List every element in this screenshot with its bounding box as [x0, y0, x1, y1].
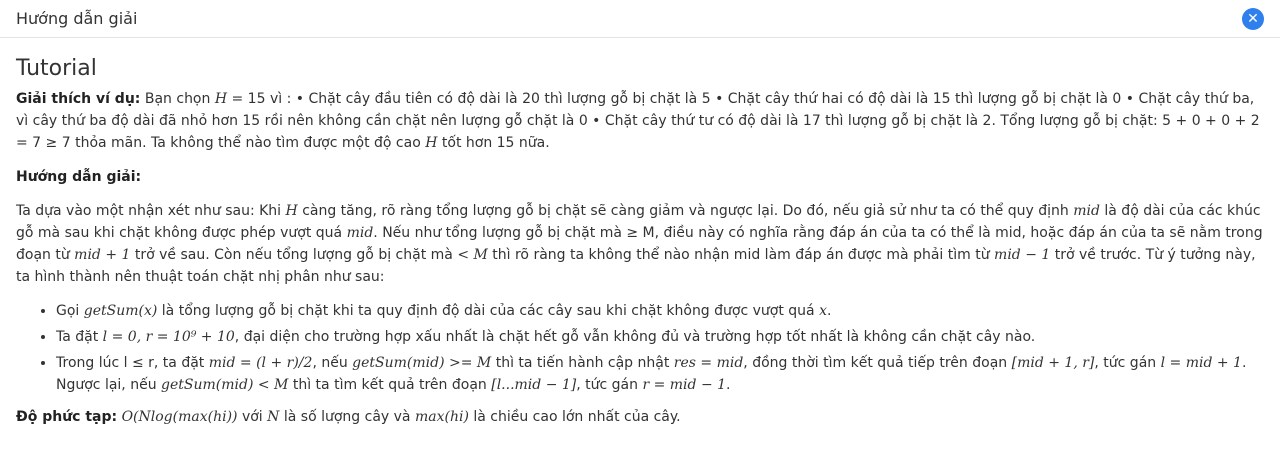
math-expression: O(Nlog(max(hi)) [121, 409, 238, 425]
list-text: , đồng thời tìm kết quả tiếp trên đoạn [743, 355, 1008, 371]
math-expression: H [425, 135, 438, 151]
math-expression: res = mid [673, 355, 744, 371]
example-text: Bạn chọn [144, 91, 211, 107]
list-text: , tức gán [576, 377, 638, 393]
math-expression: mid [346, 225, 374, 241]
math-expression: mid − 1 [994, 247, 1051, 263]
math-expression: getSum(mid) < M [161, 377, 289, 393]
list-text: , đại diện cho trường hợp xấu nhất là ch… [234, 329, 1036, 345]
list-text: , tức gán [1094, 355, 1157, 371]
complexity-text: là số lượng cây và [283, 409, 411, 425]
complexity-text: với [241, 409, 263, 425]
math-expression: l = mid + 1 [1160, 355, 1242, 371]
list-text: Ta đặt [56, 329, 99, 345]
guide-text: càng tăng, rõ ràng tổng lượng gỗ bị chặt… [302, 203, 1069, 219]
tutorial-content: Tutorial Giải thích ví dụ: Bạn chọn H = … [0, 38, 1280, 428]
guide-text: trở về sau. Còn nếu tổng lượng gỗ bị chặ… [134, 247, 453, 263]
list-text: là tổng lượng gỗ bị chặt khi ta quy định… [161, 303, 815, 319]
modal-header: Hướng dẫn giải ✕ [0, 0, 1280, 38]
math-expression: [mid + 1, r] [1011, 355, 1095, 371]
math-expression: getSum(mid) >= M [352, 355, 492, 371]
math-expression: x [819, 303, 827, 319]
guide-label: Hướng dẫn giải: [16, 169, 142, 185]
math-expression: l = 0, r = 10⁹ + 10 [102, 329, 235, 345]
math-expression: getSum(x) [83, 303, 158, 319]
math-expression: < M [457, 247, 488, 263]
modal-title: Hướng dẫn giải [16, 9, 138, 28]
list-text: Gọi [56, 303, 80, 319]
guide-text: thì rõ ràng ta không thể nào nhận mid là… [492, 247, 990, 263]
algorithm-list: Gọi getSum(x) là tổng lượng gỗ bị chặt k… [16, 300, 1264, 396]
list-text: thì ta tiến hành cập nhật [495, 355, 670, 371]
list-text: , nếu [312, 355, 348, 371]
math-expression: r = mid − 1 [642, 377, 727, 393]
close-icon[interactable]: ✕ [1242, 7, 1264, 30]
guide-text: Ta dựa vào một nhận xét như sau: Khi [16, 203, 282, 219]
example-label: Giải thích ví dụ: [16, 91, 141, 107]
math-expression: N [267, 409, 280, 425]
list-text: . [726, 377, 731, 393]
list-item: Ta đặt l = 0, r = 10⁹ + 10, đại diện cho… [56, 326, 1264, 348]
complexity-paragraph: Độ phức tạp: O(Nlog(max(hi)) với N là số… [16, 406, 1264, 428]
list-text: . [826, 303, 832, 319]
complexity-text: là chiều cao lớn nhất của cây. [473, 409, 681, 425]
example-text: tốt hơn 15 nữa. [441, 135, 550, 151]
list-text: thì ta tìm kết quả trên đoạn [292, 377, 487, 393]
list-text: Trong lúc l ≤ r, ta đặt [56, 355, 205, 371]
math-expression: H [285, 203, 298, 219]
guide-heading-paragraph: Hướng dẫn giải: [16, 166, 1264, 188]
list-item: Gọi getSum(x) là tổng lượng gỗ bị chặt k… [56, 300, 1264, 322]
math-expression: max(hi) [414, 409, 469, 425]
guide-paragraph: Ta dựa vào một nhận xét như sau: Khi H c… [16, 200, 1264, 288]
math-expression: mid = (l + r)/2 [208, 355, 313, 371]
math-expression: H [214, 91, 228, 107]
math-expression: mid [1073, 203, 1100, 219]
complexity-label: Độ phức tạp: [16, 409, 118, 425]
list-item: Trong lúc l ≤ r, ta đặt mid = (l + r)/2,… [56, 352, 1264, 396]
tutorial-title: Tutorial [16, 56, 97, 81]
example-paragraph: Giải thích ví dụ: Bạn chọn H = 15 vì : •… [16, 88, 1264, 154]
math-expression: [l...mid − 1] [491, 377, 577, 393]
math-expression: mid + 1 [74, 247, 131, 263]
